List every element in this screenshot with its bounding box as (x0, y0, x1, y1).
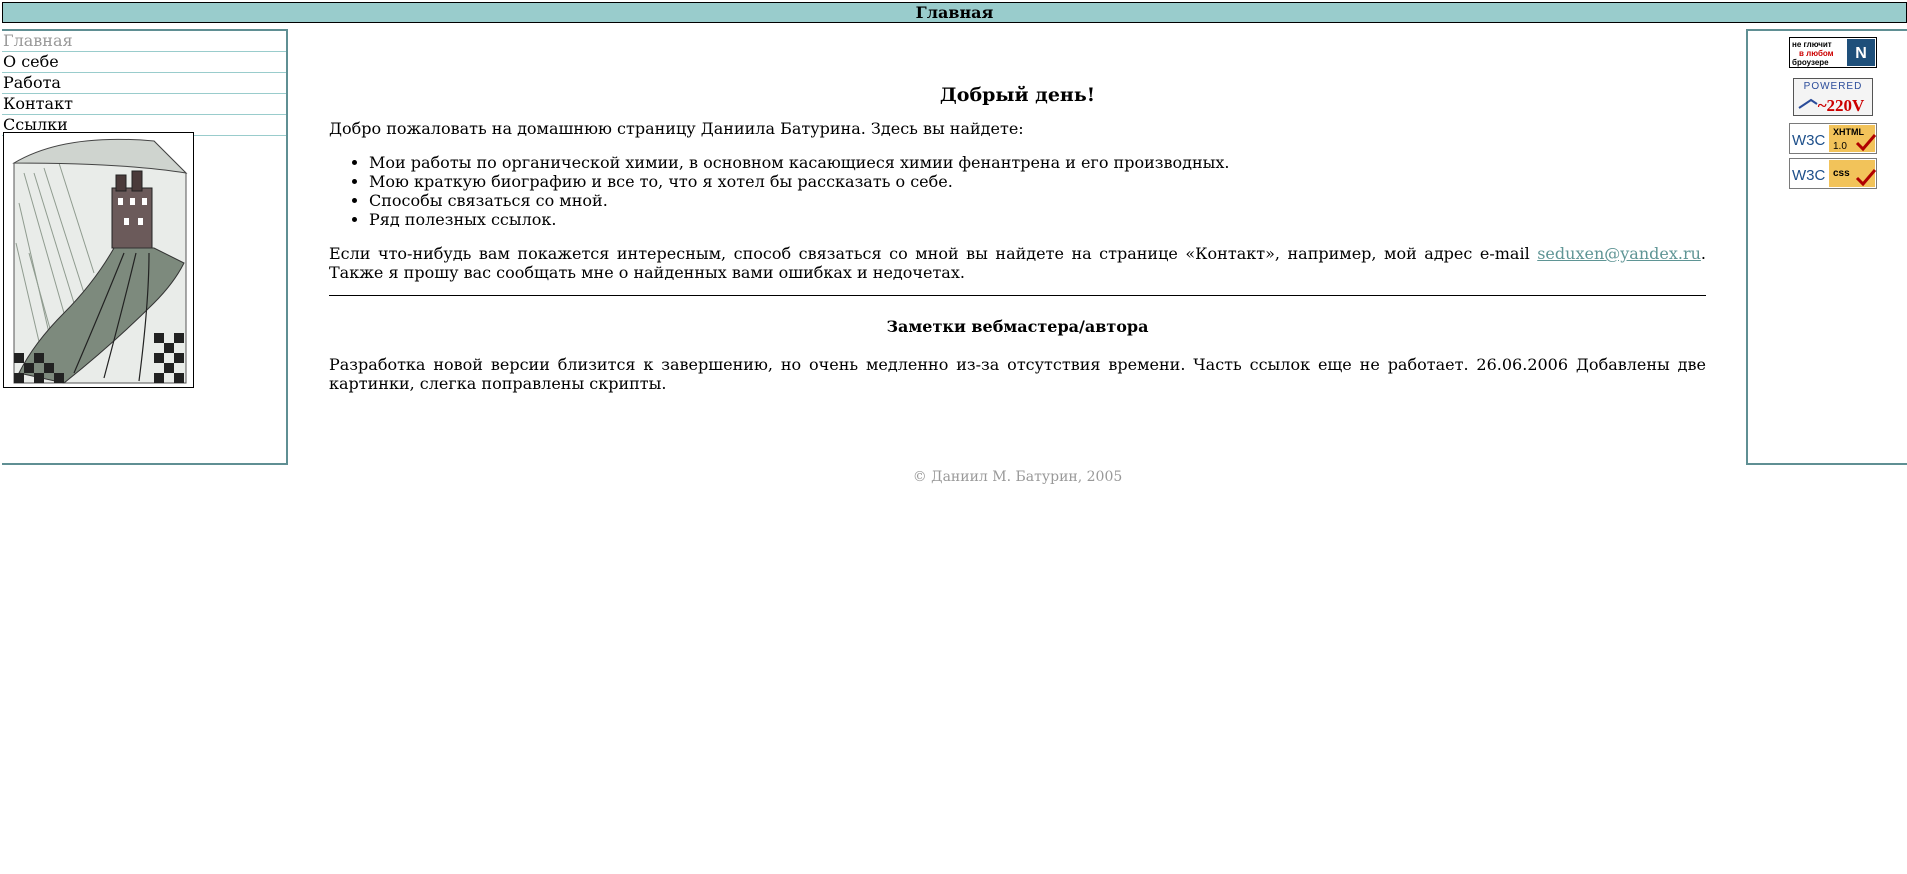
browser-badge-line1: не глючит (1792, 40, 1832, 49)
nav-item-about[interactable]: О себе (2, 52, 286, 73)
page-title: Главная (915, 3, 994, 22)
nav-item-work[interactable]: Работа (2, 73, 286, 94)
list-item: Ряд полезных ссылок. (369, 210, 1706, 229)
copyright-footer: © Даниил М. Батурин, 2005 (912, 469, 1123, 485)
svg-text:N: N (1855, 45, 1867, 62)
list-item: Мою краткую биографию и все то, что я хо… (369, 172, 1706, 191)
castle-illustration (3, 132, 194, 388)
feature-list: Мои работы по органической химии, в осно… (329, 153, 1706, 229)
w3c-xhtml-badge[interactable]: W3C XHTML 1.0 (1789, 123, 1877, 154)
xhtml-badge-name: XHTML (1833, 127, 1864, 137)
notes-heading: Заметки вебмастера/автора (886, 317, 1149, 336)
right-sidebar: N не глючит в любом броузере POWERED ~22… (1746, 29, 1907, 465)
css-badge-name: css (1833, 168, 1850, 179)
powered-badge-line2: ~220V (1818, 96, 1865, 115)
w3c-css-badge[interactable]: W3C css (1789, 158, 1877, 189)
powered-220v-badge[interactable]: POWERED ~220V (1793, 78, 1873, 116)
contact-paragraph: Если что-нибудь вам покажется интересным… (329, 244, 1706, 282)
css-badge-w3c: W3C (1792, 167, 1826, 184)
powered-badge-line1: POWERED (1804, 81, 1863, 92)
nav-item-contact[interactable]: Контакт (2, 94, 286, 115)
nav-item-home[interactable]: Главная (2, 31, 286, 52)
browser-badge-line3: броузере (1792, 58, 1829, 67)
list-item: Способы связаться со мной. (369, 191, 1706, 210)
any-browser-badge[interactable]: N не глючит в любом броузере (1789, 37, 1877, 68)
main-content: Добрый день! Добро пожаловать на домашню… (329, 84, 1706, 393)
notes-paragraph: Разработка новой версии близится к завер… (329, 355, 1706, 393)
xhtml-badge-w3c: W3C (1792, 132, 1826, 149)
contact-text: Если что-нибудь вам покажется интересным… (329, 244, 1538, 263)
intro-paragraph: Добро пожаловать на домашнюю страницу Да… (329, 119, 1024, 138)
browser-badge-line2: в любом (1799, 49, 1834, 58)
email-link[interactable]: seduxen@yandex.ru (1537, 244, 1701, 263)
left-sidebar: Главная О себе Работа Контакт Ссылки (2, 29, 288, 465)
page-title-bar: Главная (2, 2, 1907, 23)
greeting-heading: Добрый день! (939, 84, 1096, 106)
list-item: Мои работы по органической химии, в осно… (369, 153, 1706, 172)
xhtml-badge-version: 1.0 (1833, 141, 1847, 152)
divider (329, 295, 1706, 296)
